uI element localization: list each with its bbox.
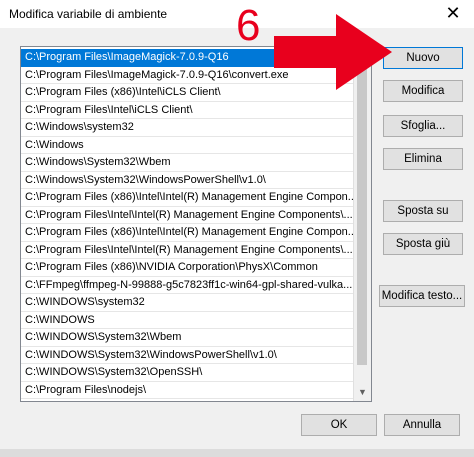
step-number-annotation: 6 [236,1,261,50]
path-list-item[interactable]: C:\Windows\System32\Wbem [21,154,354,172]
path-list[interactable]: C:\Program Files\ImageMagick-7.0.9-Q16 C:… [20,46,372,402]
path-list-item[interactable]: C:\Program Files\nodejs\ [21,382,354,399]
window-title: Modifica variabile di ambiente [9,7,168,21]
path-list-item[interactable]: C:\Program Files (x86)\NVIDIA Corporatio… [21,259,354,277]
red-arrow-icon [274,14,392,90]
path-list-item[interactable]: C:\Windows\system32 [21,119,354,137]
close-icon[interactable]: ✕ [438,2,468,26]
edit-text-button[interactable]: Modifica testo... [379,285,465,307]
browse-button[interactable]: Sfoglia... [383,115,463,137]
path-list-item[interactable]: C:\WINDOWS\system32 [21,294,354,312]
move-down-button[interactable]: Sposta giù [383,233,463,255]
new-button[interactable]: Nuovo [383,47,463,69]
path-list-item[interactable]: C:\Windows\System32\WindowsPowerShell\v1… [21,172,354,189]
path-list-item[interactable]: C:\Program Files\Intel\Intel(R) Manageme… [21,242,354,259]
vertical-scrollbar[interactable]: ▲ ▼ [353,47,371,401]
path-list-item[interactable]: C:\FFmpeg\ffmpeg-N-99888-g5c7823ff1c-win… [21,277,354,294]
path-list-item[interactable]: C:\Program Files\Intel\Intel(R) Manageme… [21,207,354,224]
move-up-button[interactable]: Sposta su [383,200,463,222]
scroll-down-icon[interactable]: ▼ [354,384,371,401]
scroll-thumb[interactable] [357,65,367,365]
path-list-item[interactable]: C:\WINDOWS\System32\Wbem [21,329,354,347]
path-list-item[interactable]: C:\Program Files (x86)\Intel\Intel(R) Ma… [21,189,354,207]
cancel-button[interactable]: Annulla [384,414,460,436]
path-list-item[interactable]: C:\WINDOWS\System32\WindowsPowerShell\v1… [21,347,354,364]
edit-button[interactable]: Modifica [383,80,463,102]
path-list-item[interactable]: C:\WINDOWS\System32\OpenSSH\ [21,364,354,382]
path-list-rows: C:\Program Files\ImageMagick-7.0.9-Q16 C:… [21,49,354,399]
delete-button[interactable]: Elimina [383,148,463,170]
path-list-item[interactable]: C:\Windows [21,137,354,154]
window-edge [0,449,474,457]
path-list-item[interactable]: C:\Program Files\Intel\iCLS Client\ [21,102,354,119]
path-list-item[interactable]: C:\WINDOWS [21,312,354,329]
ok-button[interactable]: OK [301,414,377,436]
path-list-item[interactable]: C:\Program Files (x86)\Intel\Intel(R) Ma… [21,224,354,242]
